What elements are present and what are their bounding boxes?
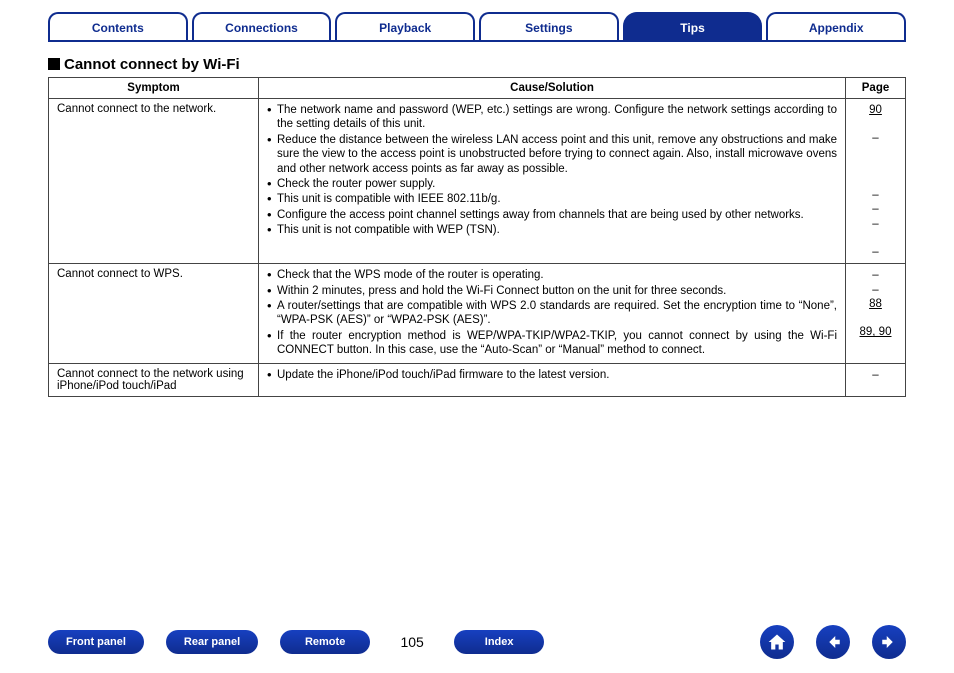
symptom-cell: Cannot connect to WPS.: [49, 264, 259, 363]
index-button[interactable]: Index: [454, 630, 544, 654]
main-content: Cannot connect by Wi-Fi Symptom Cause/So…: [0, 42, 954, 673]
footer-nav: Front panel Rear panel Remote 105 Index: [0, 625, 954, 659]
page-ref: –: [872, 368, 878, 382]
cause-item: The network name and password (WEP, etc.…: [267, 103, 837, 132]
tab-playback[interactable]: Playback: [335, 12, 475, 42]
next-page-button[interactable]: [872, 625, 906, 659]
cause-item: Within 2 minutes, press and hold the Wi-…: [267, 284, 837, 298]
cause-cell: The network name and password (WEP, etc.…: [259, 99, 846, 264]
prev-page-button[interactable]: [816, 625, 850, 659]
page-ref: –: [872, 268, 878, 282]
arrow-right-icon: [880, 633, 898, 651]
symptom-cell: Cannot connect to the network using iPho…: [49, 363, 259, 396]
page-ref[interactable]: 89, 90: [860, 325, 892, 339]
page-number: 105: [392, 634, 432, 650]
cause-item: A router/settings that are compatible wi…: [267, 299, 837, 328]
cause-item: Reduce the distance between the wireless…: [267, 133, 837, 176]
page-cell: – – 88 89, 90: [846, 264, 906, 363]
remote-button[interactable]: Remote: [280, 630, 370, 654]
th-cause: Cause/Solution: [259, 78, 846, 99]
rear-panel-button[interactable]: Rear panel: [166, 630, 258, 654]
page-cell: 90 – – – – –: [846, 99, 906, 264]
page-cell: –: [846, 363, 906, 396]
tab-contents[interactable]: Contents: [48, 12, 188, 42]
page-ref[interactable]: 90: [869, 103, 882, 117]
home-button[interactable]: [760, 625, 794, 659]
th-page: Page: [846, 78, 906, 99]
home-icon: [767, 632, 787, 652]
page-ref: –: [872, 283, 878, 297]
table-row: Cannot connect to the network. The netwo…: [49, 99, 906, 264]
cause-item: This unit is compatible with IEEE 802.11…: [267, 192, 837, 206]
tab-settings[interactable]: Settings: [479, 12, 619, 42]
section-title-text: Cannot connect by Wi-Fi: [64, 56, 240, 73]
table-row: Cannot connect to WPS. Check that the WP…: [49, 264, 906, 363]
table-row: Cannot connect to the network using iPho…: [49, 363, 906, 396]
tab-connections[interactable]: Connections: [192, 12, 332, 42]
symptom-cell: Cannot connect to the network.: [49, 99, 259, 264]
section-title: Cannot connect by Wi-Fi: [48, 56, 906, 73]
page-ref: –: [872, 131, 878, 145]
tabs-underline: [48, 40, 906, 42]
cause-item: If the router encryption method is WEP/W…: [267, 329, 837, 358]
arrow-left-icon: [824, 633, 842, 651]
th-symptom: Symptom: [49, 78, 259, 99]
troubleshooting-table: Symptom Cause/Solution Page Cannot conne…: [48, 77, 906, 397]
front-panel-button[interactable]: Front panel: [48, 630, 144, 654]
cause-item: Check the router power supply.: [267, 177, 837, 191]
cause-item: Configure the access point channel setti…: [267, 208, 837, 222]
tab-appendix[interactable]: Appendix: [766, 12, 906, 42]
page-ref: –: [872, 202, 878, 216]
page-ref: –: [872, 188, 878, 202]
tab-tips[interactable]: Tips: [623, 12, 763, 42]
square-bullet-icon: [48, 58, 60, 70]
page-ref[interactable]: 88: [869, 297, 882, 311]
page-ref: –: [872, 217, 878, 231]
cause-item: Check that the WPS mode of the router is…: [267, 268, 837, 282]
cause-item: Update the iPhone/iPod touch/iPad firmwa…: [267, 368, 837, 382]
page-ref: –: [872, 245, 878, 259]
cause-item: This unit is not compatible with WEP (TS…: [267, 223, 837, 237]
cause-cell: Check that the WPS mode of the router is…: [259, 264, 846, 363]
top-tabs: Contents Connections Playback Settings T…: [0, 0, 954, 42]
cause-cell: Update the iPhone/iPod touch/iPad firmwa…: [259, 363, 846, 396]
